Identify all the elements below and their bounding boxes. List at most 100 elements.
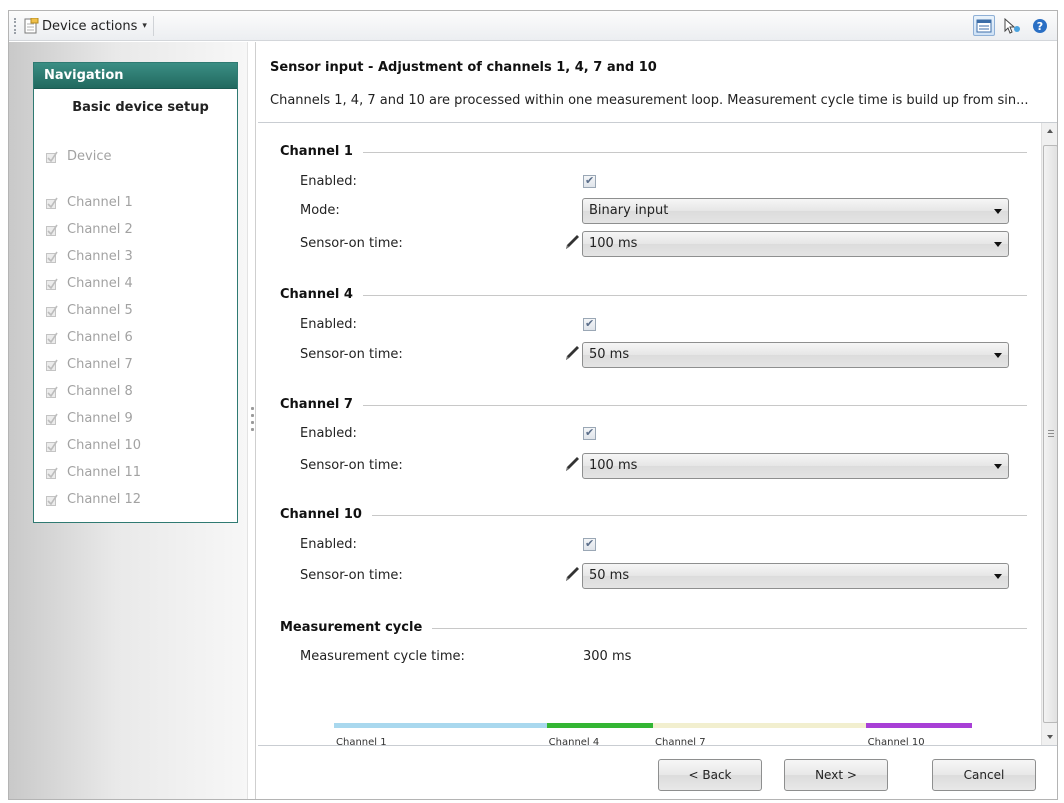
section-title: Channel 7 [280, 397, 353, 412]
section-channel-4: Channel 4 [280, 287, 1027, 302]
check-icon [46, 467, 58, 479]
section-title: Channel 1 [280, 144, 353, 159]
section-title: Measurement cycle [280, 620, 423, 635]
channel-4-sensor-on-time-select[interactable]: 50 ms [582, 342, 1009, 368]
sidebar-item-label: Channel 2 [67, 222, 133, 237]
sidebar-item-channel-5[interactable]: Channel 5 [46, 303, 133, 318]
back-button[interactable]: < Back [658, 759, 762, 791]
sidebar-item-label: Channel 9 [67, 411, 133, 426]
sensor-on-time-label: Sensor-on time: [300, 347, 403, 362]
check-icon [46, 251, 58, 263]
sidebar-item-label: Channel 11 [67, 465, 142, 480]
layout-view-icon[interactable] [973, 15, 995, 36]
sidebar-item-label: Channel 5 [67, 303, 133, 318]
sidebar-item-label: Device [67, 149, 112, 164]
next-button[interactable]: Next > [784, 759, 888, 791]
sidebar-item-channel-4[interactable]: Channel 4 [46, 276, 133, 291]
check-icon [46, 494, 58, 506]
pencil-icon [563, 344, 581, 362]
sidebar-item-label: Channel 7 [67, 357, 133, 372]
sidebar-item-channel-12[interactable]: Channel 12 [46, 492, 141, 507]
panel-splitter[interactable] [247, 42, 258, 799]
sidebar-item-label: Channel 12 [67, 492, 142, 507]
timeline-label: Channel 4 [548, 737, 600, 745]
timeline-label: Channel 1 [336, 737, 387, 745]
sidebar-item-channel-10[interactable]: Channel 10 [46, 438, 141, 453]
channel-4-enabled-checkbox[interactable]: ✔ [583, 317, 596, 331]
timeline-segment [865, 723, 972, 728]
sidebar-item-channel-1[interactable]: Channel 1 [46, 195, 133, 210]
check-icon [46, 278, 58, 290]
pencil-icon [563, 233, 581, 251]
section-measurement-cycle: Measurement cycle [280, 620, 1027, 635]
navigation-header: Navigation [34, 63, 237, 89]
device-setup-window: Device actions ▾ ? Navigation Basic devi… [8, 10, 1058, 800]
channel-1-sensor-on-time-select[interactable]: 100 ms [582, 231, 1009, 257]
help-icon[interactable]: ? [1029, 15, 1051, 36]
select-value: 100 ms [589, 458, 638, 473]
sidebar-item-label: Channel 8 [67, 384, 133, 399]
sidebar-item-channel-3[interactable]: Channel 3 [46, 249, 133, 264]
channel-10-sensor-on-time-select[interactable]: 50 ms [582, 563, 1009, 589]
channel-1-mode-select[interactable]: Binary input [582, 198, 1009, 224]
chevron-down-icon [994, 574, 1002, 579]
main-panel: Sensor input - Adjustment of channels 1,… [258, 42, 1057, 799]
cancel-button[interactable]: Cancel [932, 759, 1036, 791]
sidebar-item-channel-11[interactable]: Channel 11 [46, 465, 141, 480]
sidebar-item-channel-6[interactable]: Channel 6 [46, 330, 133, 345]
navigation-title: Basic device setup [72, 100, 209, 115]
enabled-label: Enabled: [300, 537, 357, 552]
scroll-down-icon[interactable] [1042, 728, 1057, 745]
sensor-on-time-label: Sensor-on time: [300, 236, 403, 251]
vertical-scrollbar[interactable] [1041, 123, 1057, 745]
measurement-cycle-time-label: Measurement cycle time: [300, 649, 465, 664]
check-icon [46, 197, 58, 209]
timeline-segment [546, 723, 653, 728]
check-icon [46, 359, 58, 371]
check-icon [46, 224, 58, 236]
timeline-label: Channel 10 [867, 737, 925, 745]
sidebar-item-label: Channel 10 [67, 438, 142, 453]
sidebar-item-device[interactable]: Device [46, 149, 111, 164]
scrollbar-thumb[interactable] [1043, 145, 1057, 723]
checkmark-icon: ✔ [585, 317, 595, 330]
select-value: 50 ms [589, 347, 630, 362]
check-icon [46, 386, 58, 398]
pointer-help-icon[interactable] [1001, 15, 1023, 36]
sidebar-item-channel-8[interactable]: Channel 8 [46, 384, 133, 399]
pencil-icon [563, 565, 581, 583]
sensor-on-time-label: Sensor-on time: [300, 568, 403, 583]
enabled-label: Enabled: [300, 174, 357, 189]
measurement-cycle-time-value: 300 ms [583, 649, 632, 664]
section-channel-10: Channel 10 [280, 507, 1027, 522]
sensor-on-time-label: Sensor-on time: [300, 458, 403, 473]
scroll-up-icon[interactable] [1042, 123, 1057, 140]
checkmark-icon: ✔ [585, 174, 595, 187]
chevron-down-icon [994, 353, 1002, 358]
dropdown-caret-icon: ▾ [142, 21, 147, 31]
navigation-panel: Navigation Basic device setup Device Chan… [33, 62, 238, 523]
checkmark-icon: ✔ [585, 426, 595, 439]
device-actions-label: Device actions [42, 18, 138, 34]
check-icon [46, 305, 58, 317]
timeline-label: Channel 7 [655, 737, 706, 745]
channel-10-enabled-checkbox[interactable]: ✔ [583, 537, 596, 551]
svg-text:?: ? [1037, 20, 1043, 33]
check-icon [46, 440, 58, 452]
device-actions-menu[interactable]: Device actions ▾ [23, 16, 154, 36]
chevron-down-icon [994, 464, 1002, 469]
sidebar-item-channel-9[interactable]: Channel 9 [46, 411, 133, 426]
sidebar-item-channel-7[interactable]: Channel 7 [46, 357, 133, 372]
check-icon [46, 332, 58, 344]
channel-7-enabled-checkbox[interactable]: ✔ [583, 426, 596, 440]
check-icon [46, 151, 58, 163]
section-channel-1: Channel 1 [280, 144, 1027, 159]
check-icon [46, 413, 58, 425]
timeline-segment [334, 723, 547, 728]
channel-1-enabled-checkbox[interactable]: ✔ [583, 174, 596, 188]
chevron-down-icon [994, 209, 1002, 214]
channel-7-sensor-on-time-select[interactable]: 100 ms [582, 453, 1009, 479]
mode-label: Mode: [300, 203, 340, 218]
sidebar-item-channel-2[interactable]: Channel 2 [46, 222, 133, 237]
enabled-label: Enabled: [300, 426, 357, 441]
